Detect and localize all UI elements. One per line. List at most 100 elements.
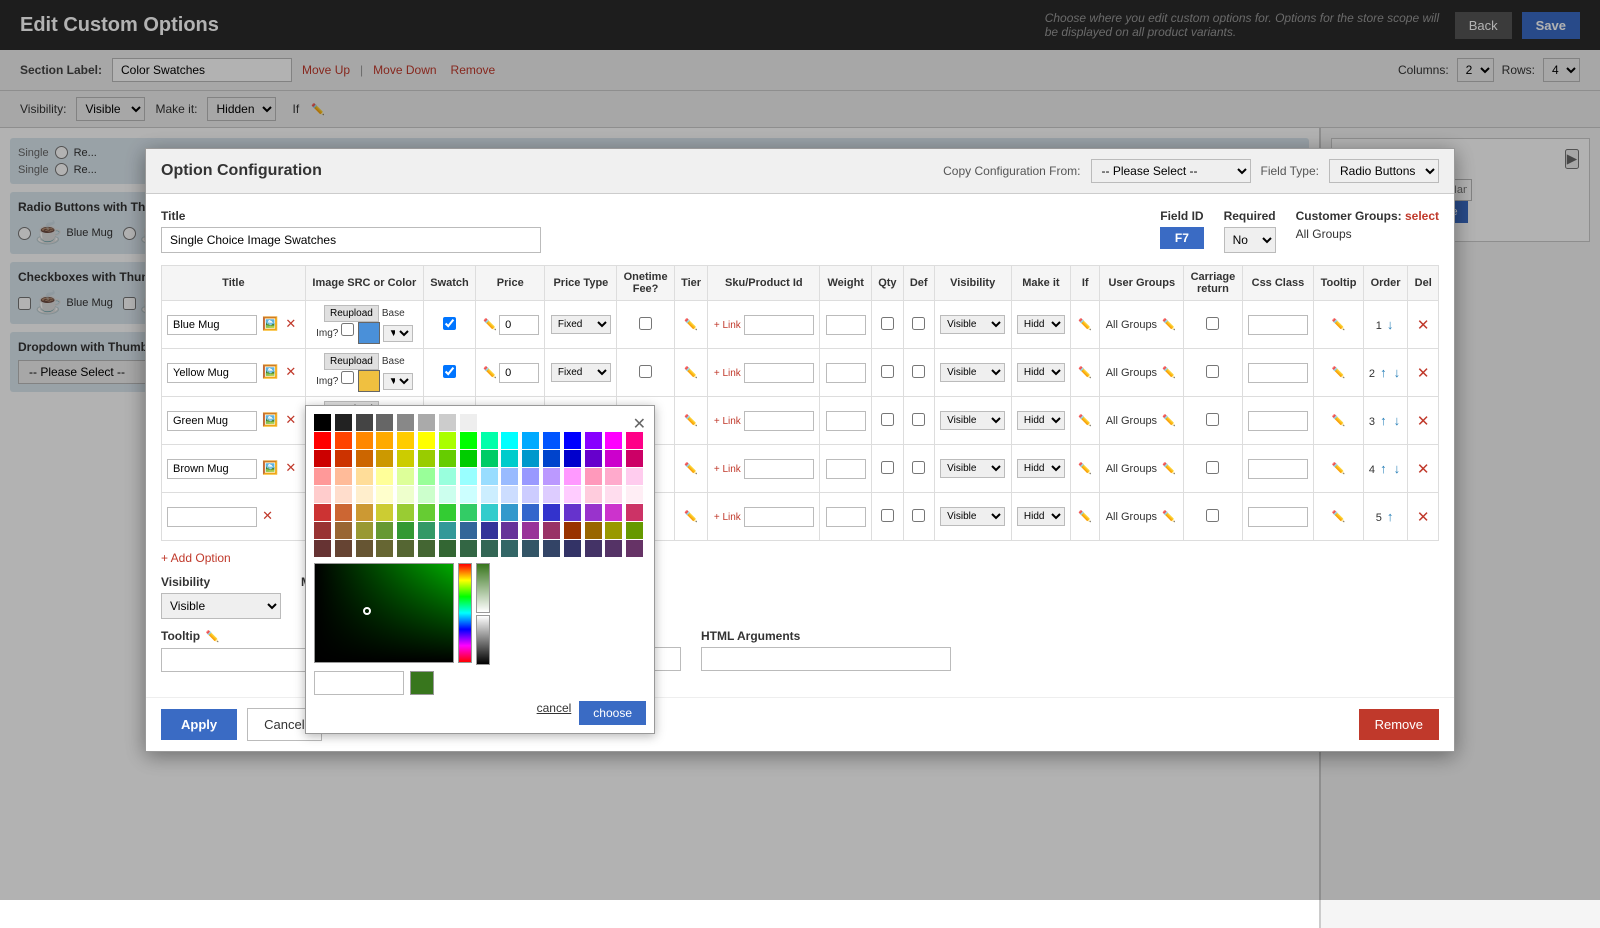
color-swatch-79[interactable] bbox=[626, 486, 643, 503]
if-edit-4[interactable]: ✏️ bbox=[1076, 509, 1094, 524]
color-swatch-90[interactable] bbox=[522, 504, 539, 521]
carriage-check-0[interactable] bbox=[1206, 317, 1219, 330]
hue-strip[interactable] bbox=[458, 563, 472, 663]
option-remove-icon-2[interactable]: ✕ bbox=[283, 411, 298, 429]
color-swatch-100[interactable] bbox=[397, 522, 414, 539]
color-swatch-22[interactable] bbox=[439, 432, 456, 449]
option-remove-icon-3[interactable]: ✕ bbox=[283, 459, 298, 477]
delete-row-0[interactable]: ✕ bbox=[1415, 315, 1432, 335]
order-down-0[interactable]: ↓ bbox=[1385, 316, 1396, 333]
color-swatch-101[interactable] bbox=[418, 522, 435, 539]
color-swatch-26[interactable] bbox=[522, 432, 539, 449]
css-input-3[interactable] bbox=[1248, 459, 1308, 479]
tooltip-edit-row-3[interactable]: ✏️ bbox=[1330, 461, 1348, 476]
color-swatch-72[interactable] bbox=[481, 486, 498, 503]
color-swatch-27[interactable] bbox=[543, 432, 560, 449]
color-swatch-38[interactable] bbox=[439, 450, 456, 467]
color-swatch-94[interactable] bbox=[605, 504, 622, 521]
apply-button[interactable]: Apply bbox=[161, 709, 237, 740]
color-swatch-71[interactable] bbox=[460, 486, 477, 503]
link-3[interactable]: + Link bbox=[714, 464, 741, 475]
color-swatch-4[interactable] bbox=[397, 414, 414, 431]
color-swatch-75[interactable] bbox=[543, 486, 560, 503]
def-check-2[interactable] bbox=[912, 413, 925, 426]
link-2[interactable]: + Link bbox=[714, 416, 741, 427]
groups-edit-0[interactable]: ✏️ bbox=[1160, 317, 1178, 332]
vis-select-1[interactable]: VisibleHidden bbox=[940, 363, 1005, 382]
def-check-3[interactable] bbox=[912, 461, 925, 474]
make-select-4[interactable]: HiddVisible bbox=[1017, 507, 1065, 526]
qty-check-2[interactable] bbox=[881, 413, 894, 426]
color-swatch-113[interactable] bbox=[335, 540, 352, 557]
add-option-link[interactable]: + Add Option bbox=[161, 551, 231, 565]
tooltip-edit-row-1[interactable]: ✏️ bbox=[1330, 365, 1348, 380]
color-swatch-16[interactable] bbox=[314, 432, 331, 449]
css-input-4[interactable] bbox=[1248, 507, 1308, 527]
picker-choose-button[interactable]: choose bbox=[579, 701, 646, 725]
color-swatch-103[interactable] bbox=[460, 522, 477, 539]
option-img-button-2[interactable]: 🖼️ bbox=[260, 411, 280, 429]
color-swatch-96[interactable] bbox=[314, 522, 331, 539]
color-swatch-77[interactable] bbox=[585, 486, 602, 503]
color-swatch-62[interactable] bbox=[605, 468, 622, 485]
color-swatch-126[interactable] bbox=[605, 540, 622, 557]
carriage-check-2[interactable] bbox=[1206, 413, 1219, 426]
color-swatch-73[interactable] bbox=[501, 486, 518, 503]
color-swatch-21[interactable] bbox=[418, 432, 435, 449]
color-swatch-34[interactable] bbox=[356, 450, 373, 467]
color-swatch-31[interactable] bbox=[626, 432, 643, 449]
color-swatch-11[interactable] bbox=[543, 414, 560, 431]
price-edit-1[interactable]: ✏️ bbox=[481, 365, 499, 380]
weight-input-3[interactable] bbox=[826, 459, 866, 479]
color-swatch-83[interactable] bbox=[376, 504, 393, 521]
order-down-3[interactable]: ↓ bbox=[1392, 460, 1403, 477]
color-swatch-6[interactable] bbox=[439, 414, 456, 431]
color-swatch-99[interactable] bbox=[376, 522, 393, 539]
if-edit-0[interactable]: ✏️ bbox=[1076, 317, 1094, 332]
def-check-0[interactable] bbox=[912, 317, 925, 330]
color-swatch-41[interactable] bbox=[501, 450, 518, 467]
make-select-2[interactable]: HiddVisible bbox=[1017, 411, 1065, 430]
color-swatch-107[interactable] bbox=[543, 522, 560, 539]
order-up-2[interactable]: ↑ bbox=[1378, 412, 1389, 429]
order-up-1[interactable]: ↑ bbox=[1378, 364, 1389, 381]
order-down-2[interactable]: ↓ bbox=[1392, 412, 1403, 429]
color-swatch-86[interactable] bbox=[439, 504, 456, 521]
base-img-check-0[interactable] bbox=[341, 323, 354, 336]
config-title-input[interactable] bbox=[161, 227, 541, 253]
css-input-1[interactable] bbox=[1248, 363, 1308, 383]
carriage-check-4[interactable] bbox=[1206, 509, 1219, 522]
tooltip-edit-row-4[interactable]: ✏️ bbox=[1330, 509, 1348, 524]
color-swatch-30[interactable] bbox=[605, 432, 622, 449]
color-swatch-48[interactable] bbox=[314, 468, 331, 485]
weight-input-4[interactable] bbox=[826, 507, 866, 527]
color-swatch-9[interactable] bbox=[501, 414, 518, 431]
color-swatch-109[interactable] bbox=[585, 522, 602, 539]
tooltip-edit-row-0[interactable]: ✏️ bbox=[1330, 317, 1348, 332]
carriage-check-1[interactable] bbox=[1206, 365, 1219, 378]
groups-edit-3[interactable]: ✏️ bbox=[1160, 461, 1178, 476]
color-swatch-2[interactable] bbox=[356, 414, 373, 431]
tier-edit-1[interactable]: ✏️ bbox=[682, 365, 700, 380]
color-swatch-53[interactable] bbox=[418, 468, 435, 485]
color-swatch-104[interactable] bbox=[481, 522, 498, 539]
color-swatch-1[interactable] bbox=[335, 414, 352, 431]
link-0[interactable]: + Link bbox=[714, 320, 741, 331]
make-select-0[interactable]: HiddVisible bbox=[1017, 315, 1065, 334]
color-swatch-111[interactable] bbox=[626, 522, 643, 539]
vis-select-0[interactable]: VisibleHidden bbox=[940, 315, 1005, 334]
option-img-button-3[interactable]: 🖼️ bbox=[260, 459, 280, 477]
make-select-3[interactable]: HiddVisible bbox=[1017, 459, 1065, 478]
option-title-input-2[interactable] bbox=[167, 411, 257, 431]
onetime-check-0[interactable] bbox=[639, 317, 652, 330]
color-swatch-29[interactable] bbox=[585, 432, 602, 449]
color-swatch-44[interactable] bbox=[564, 450, 581, 467]
color-swatch-116[interactable] bbox=[397, 540, 414, 557]
remove-button[interactable]: Remove bbox=[1359, 709, 1439, 740]
color-swatch-80[interactable] bbox=[314, 504, 331, 521]
order-up-4[interactable]: ↑ bbox=[1385, 508, 1396, 525]
color-swatch-112[interactable] bbox=[314, 540, 331, 557]
tooltip-edit-row-2[interactable]: ✏️ bbox=[1330, 413, 1348, 428]
vis-select-4[interactable]: VisibleHidden bbox=[940, 507, 1005, 526]
color-swatch-58[interactable] bbox=[522, 468, 539, 485]
